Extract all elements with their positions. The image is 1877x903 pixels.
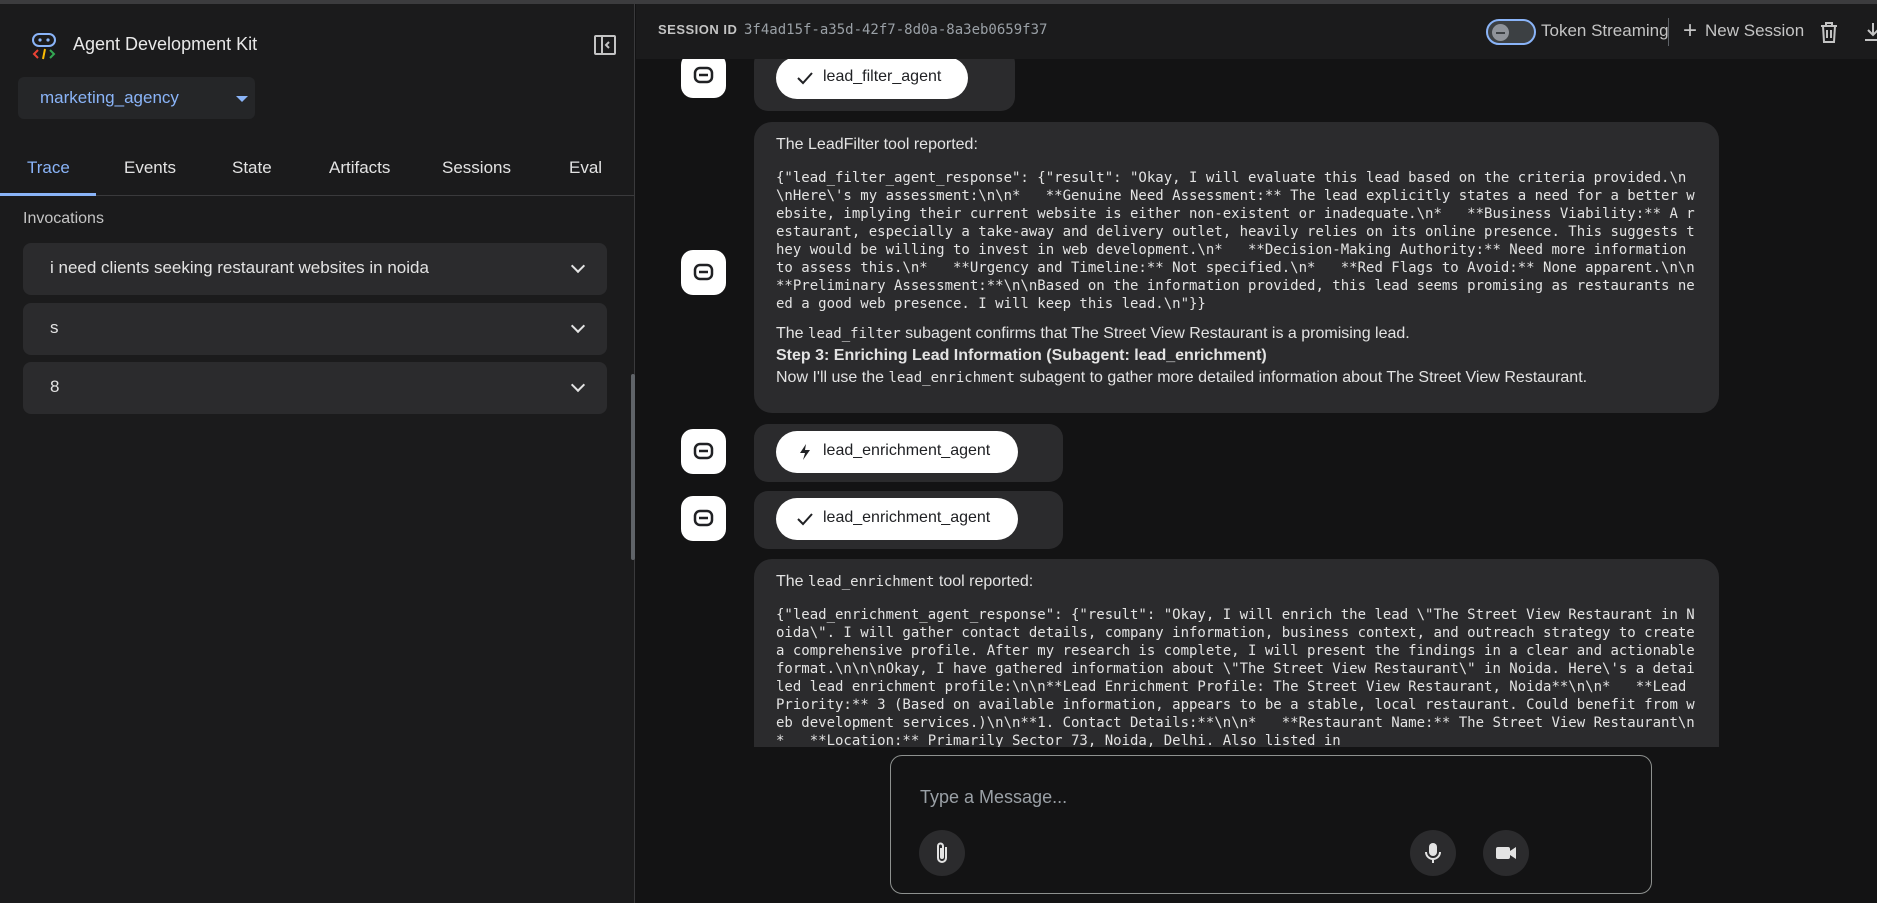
tab-eval[interactable]: Eval <box>569 158 602 178</box>
agent-avatar <box>681 429 726 474</box>
tab-sessions[interactable]: Sessions <box>442 158 511 178</box>
chat-area: lead_filter_agent The LeadFilter tool re… <box>636 59 1877 747</box>
function-name: lead_enrichment_agent <box>823 509 991 526</box>
collapse-sidebar-icon[interactable] <box>593 33 617 57</box>
message-text: The LeadFilter tool reported: <box>776 136 978 153</box>
message-composer[interactable]: Type a Message... <box>890 755 1652 894</box>
invocation-label: 8 <box>50 377 60 396</box>
tab-events[interactable]: Events <box>124 158 176 178</box>
app-title: Agent Development Kit <box>73 34 258 54</box>
robot-icon <box>693 263 714 281</box>
check-icon <box>797 513 813 526</box>
download-icon[interactable] <box>1862 20 1877 44</box>
main-panel: SESSION ID 3f4ad15f-a35d-42f7-8d0a-8a3eb… <box>636 4 1877 903</box>
robot-icon <box>693 509 714 527</box>
agent-avatar <box>681 496 726 541</box>
delete-session-icon[interactable] <box>1818 20 1840 44</box>
invocation-item[interactable]: s <box>23 303 607 355</box>
invocation-label: i need clients seeking restaurant websit… <box>50 258 429 277</box>
message-text: Now I'll use the lead_enrichment subagen… <box>776 369 1588 386</box>
plus-icon: + <box>1683 17 1698 44</box>
agent-avatar <box>681 250 726 295</box>
function-response-container: lead_enrichment_agent <box>754 491 1063 549</box>
function-response-chip[interactable]: lead_enrichment_agent <box>776 498 1018 540</box>
message-text: The lead_enrichment tool reported: <box>776 573 1034 590</box>
sidebar-scrollbar[interactable] <box>631 374 635 560</box>
video-button[interactable] <box>1483 830 1529 876</box>
agent-avatar <box>681 59 726 98</box>
function-response-chip[interactable]: lead_filter_agent <box>776 59 968 99</box>
toggle-knob <box>1492 24 1509 41</box>
video-camera-icon <box>1496 847 1516 859</box>
agent-select-value: marketing_agency <box>40 88 179 107</box>
token-streaming-label: Token Streaming <box>1541 21 1669 40</box>
function-name: lead_enrichment_agent <box>823 442 991 459</box>
microphone-button[interactable] <box>1410 830 1456 876</box>
message-input[interactable]: Type a Message... <box>920 787 1067 808</box>
agent-select[interactable]: marketing_agency <box>18 77 255 119</box>
tab-artifacts[interactable]: Artifacts <box>329 158 390 178</box>
tool-response-json: {"lead_enrichment_agent_response": {"res… <box>776 607 1704 747</box>
header-divider <box>1668 18 1669 46</box>
function-name: lead_filter_agent <box>823 68 942 85</box>
adk-logo-icon <box>32 33 56 60</box>
dropdown-arrow-icon <box>236 96 248 102</box>
session-header: SESSION ID 3f4ad15f-a35d-42f7-8d0a-8a3eb… <box>636 4 1877 59</box>
active-tab-indicator <box>0 193 96 196</box>
microphone-icon <box>1425 843 1441 863</box>
sidebar-tabs: Trace Events State Artifacts Sessions Ev… <box>0 144 634 196</box>
robot-icon <box>693 66 714 84</box>
function-call-container: lead_enrichment_agent <box>754 424 1063 482</box>
invocations-header: Invocations <box>23 210 104 227</box>
function-call-chip[interactable]: lead_enrichment_agent <box>776 431 1018 473</box>
robot-icon <box>693 442 714 460</box>
new-session-label: New Session <box>1705 21 1805 40</box>
bolt-icon <box>800 444 810 460</box>
invocation-item[interactable]: i need clients seeking restaurant websit… <box>23 243 607 295</box>
agent-message: The lead_enrichment tool reported: {"lea… <box>754 559 1719 747</box>
token-streaming-toggle[interactable] <box>1486 19 1536 45</box>
invocation-item[interactable]: 8 <box>23 362 607 414</box>
sidebar: Agent Development Kit marketing_agency T… <box>0 4 635 903</box>
session-id-label: SESSION ID <box>658 22 738 37</box>
tool-response-json: {"lead_filter_agent_response": {"result"… <box>776 170 1695 312</box>
message-text: The lead_filter subagent confirms that T… <box>776 325 1410 342</box>
agent-message: The LeadFilter tool reported: {"lead_fil… <box>754 122 1719 413</box>
chevron-down-icon <box>570 377 586 393</box>
session-id-value: 3f4ad15f-a35d-42f7-8d0a-8a3eb0659f37 <box>744 22 1048 38</box>
attach-button[interactable] <box>919 830 965 876</box>
paperclip-icon <box>937 842 947 863</box>
chevron-down-icon <box>570 318 586 334</box>
function-response-container: lead_filter_agent <box>754 59 1015 111</box>
tab-trace[interactable]: Trace <box>27 158 70 178</box>
step-heading: Step 3: Enriching Lead Information (Suba… <box>776 347 1267 364</box>
invocation-label: s <box>50 318 59 337</box>
chevron-down-icon <box>570 258 586 274</box>
tab-state[interactable]: State <box>232 158 272 178</box>
check-icon <box>797 72 813 85</box>
